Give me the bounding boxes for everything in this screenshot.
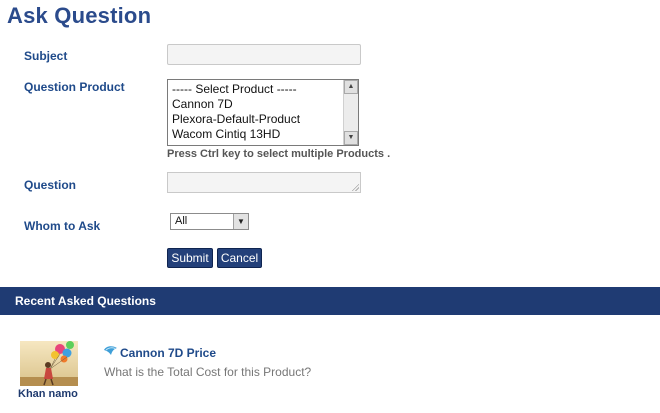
question-bubble-icon xyxy=(104,346,117,355)
submit-button[interactable]: Submit xyxy=(167,248,213,268)
whom-to-ask-label: Whom to Ask xyxy=(24,219,101,233)
product-multiselect[interactable]: ----- Select Product ----- Cannon 7D Ple… xyxy=(167,79,359,146)
product-option[interactable]: Cannon 7D xyxy=(172,97,341,112)
product-option[interactable]: ----- Select Product ----- xyxy=(172,82,341,97)
question-body: What is the Total Cost for this Product? xyxy=(104,365,312,379)
cancel-button[interactable]: Cancel xyxy=(217,248,262,268)
product-option[interactable]: Plexora-Default-Product xyxy=(172,112,341,127)
question-product-label: Question Product xyxy=(24,80,125,94)
chevron-down-icon[interactable]: ▼ xyxy=(233,214,248,229)
scroll-down-arrow-icon[interactable]: ▼ xyxy=(344,131,358,145)
question-label: Question xyxy=(24,178,77,192)
subject-label: Subject xyxy=(24,49,68,63)
whom-to-ask-value: All xyxy=(175,215,188,227)
recent-questions-header: Recent Asked Questions xyxy=(0,287,660,315)
product-hint: Press Ctrl key to select multiple Produc… xyxy=(167,148,391,160)
whom-to-ask-select[interactable]: All ▼ xyxy=(170,213,249,230)
scroll-up-arrow-icon[interactable]: ▲ xyxy=(344,80,358,94)
question-textarea[interactable] xyxy=(167,172,361,193)
product-list-scrollbar[interactable]: ▲ ▼ xyxy=(343,80,358,145)
question-author[interactable]: Khan namo xyxy=(18,388,78,400)
recent-questions-title: Recent Asked Questions xyxy=(15,294,156,308)
avatar[interactable] xyxy=(20,341,78,386)
product-option[interactable]: Wacom Cintiq 13HD xyxy=(172,127,341,142)
resize-grip-icon[interactable] xyxy=(351,183,359,191)
question-title-link[interactable]: Cannon 7D Price xyxy=(120,346,216,360)
subject-input[interactable] xyxy=(167,44,361,65)
page-title: Ask Question xyxy=(7,3,152,28)
